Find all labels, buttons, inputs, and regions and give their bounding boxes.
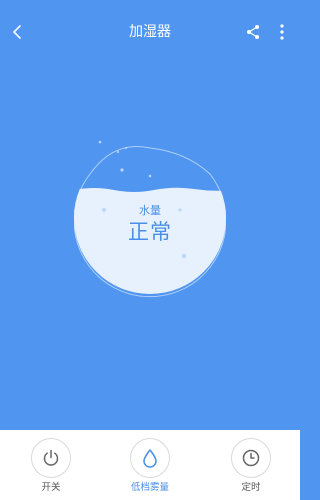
bubble xyxy=(125,147,127,149)
more-options-button[interactable] xyxy=(276,22,288,42)
share-button[interactable] xyxy=(244,23,262,41)
power-icon xyxy=(43,449,59,466)
power-label: 开关 xyxy=(41,482,61,493)
power-button[interactable] xyxy=(31,438,71,478)
bubble xyxy=(98,140,102,144)
timer-control[interactable]: 定时 xyxy=(221,430,281,500)
power-control[interactable]: 开关 xyxy=(21,430,81,500)
water-level-status: 正常 xyxy=(128,220,172,244)
water-level-label: 水量 xyxy=(139,204,161,217)
timer-label: 定时 xyxy=(241,482,261,493)
top-bar: 加湿器 xyxy=(0,0,300,64)
share-icon xyxy=(247,25,259,39)
bubble xyxy=(148,174,152,178)
bubble xyxy=(116,150,120,154)
bubble xyxy=(120,168,124,172)
bottom-controls: 开关 低档雾量 定时 xyxy=(0,430,300,500)
water-drop-icon xyxy=(143,449,157,468)
clock-icon xyxy=(242,449,260,467)
mist-level-button[interactable] xyxy=(130,438,170,478)
more-vertical-icon xyxy=(280,24,284,40)
mist-level-control[interactable]: 低档雾量 xyxy=(120,430,180,500)
timer-button[interactable] xyxy=(231,438,271,478)
mist-level-label: 低档雾量 xyxy=(130,482,169,493)
bubble xyxy=(181,253,187,259)
